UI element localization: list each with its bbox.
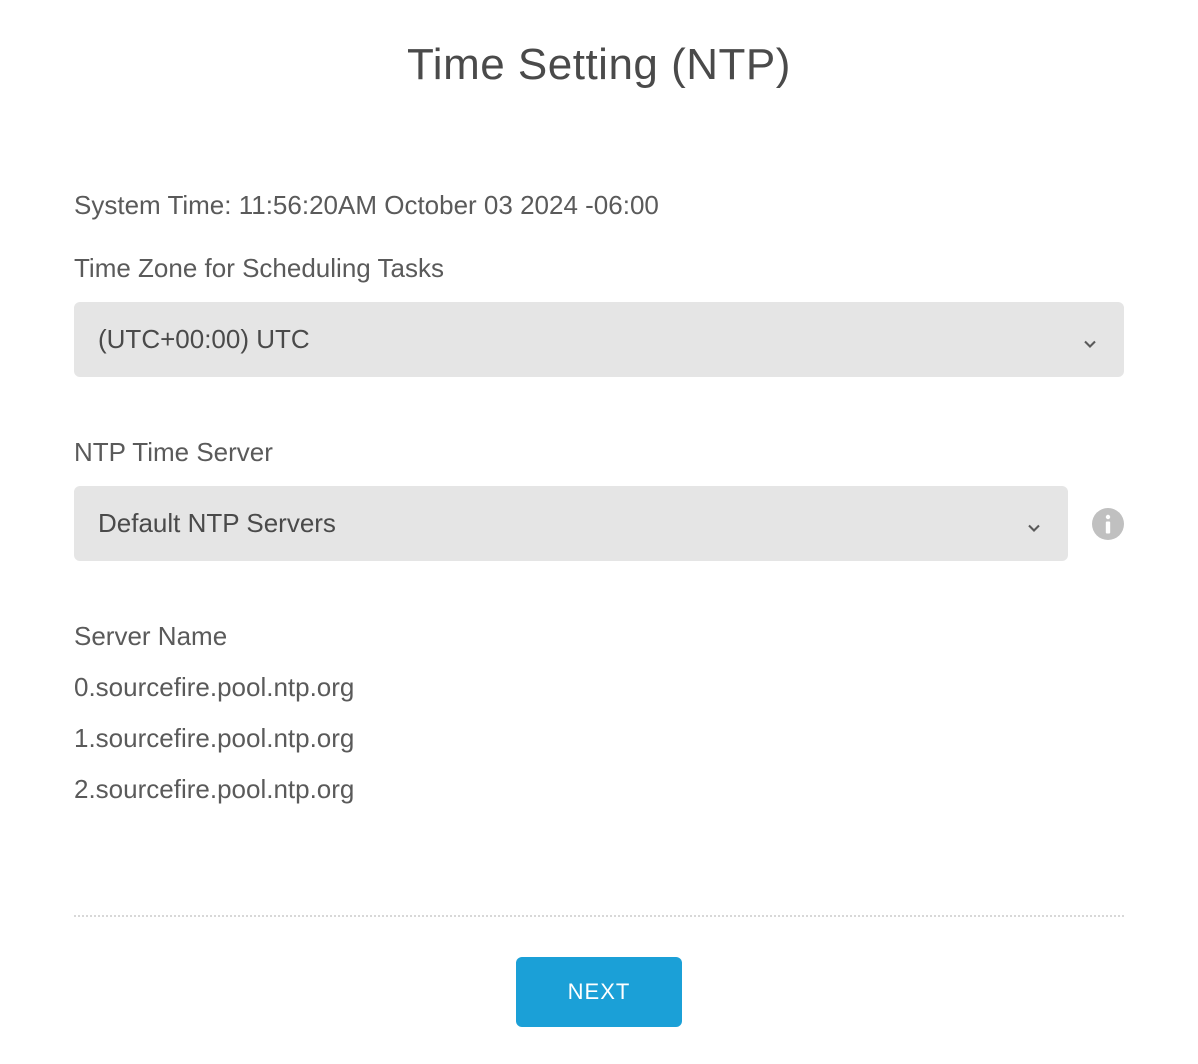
ntp-server-selected-value: Default NTP Servers (98, 508, 336, 539)
page-title: Time Setting (NTP) (74, 40, 1124, 90)
server-list: Server Name 0.sourcefire.pool.ntp.org 1.… (74, 621, 1124, 805)
info-icon[interactable] (1092, 508, 1124, 540)
list-item: 0.sourcefire.pool.ntp.org (74, 672, 1124, 703)
next-button[interactable]: NEXT (516, 957, 683, 1027)
list-item: 1.sourcefire.pool.ntp.org (74, 723, 1124, 754)
chevron-down-icon (1024, 514, 1044, 534)
divider (74, 915, 1124, 917)
server-list-header: Server Name (74, 621, 1124, 652)
timezone-selected-value: (UTC+00:00) UTC (98, 324, 310, 355)
system-time-label: System Time: (74, 190, 231, 220)
chevron-down-icon (1080, 330, 1100, 350)
timezone-select[interactable]: (UTC+00:00) UTC (74, 302, 1124, 377)
list-item: 2.sourcefire.pool.ntp.org (74, 774, 1124, 805)
system-time-value: 11:56:20AM October 03 2024 -06:00 (239, 190, 659, 220)
ntp-server-label: NTP Time Server (74, 437, 1124, 468)
timezone-label: Time Zone for Scheduling Tasks (74, 253, 1124, 284)
ntp-server-select[interactable]: Default NTP Servers (74, 486, 1068, 561)
system-time-display: System Time: 11:56:20AM October 03 2024 … (74, 190, 1124, 221)
